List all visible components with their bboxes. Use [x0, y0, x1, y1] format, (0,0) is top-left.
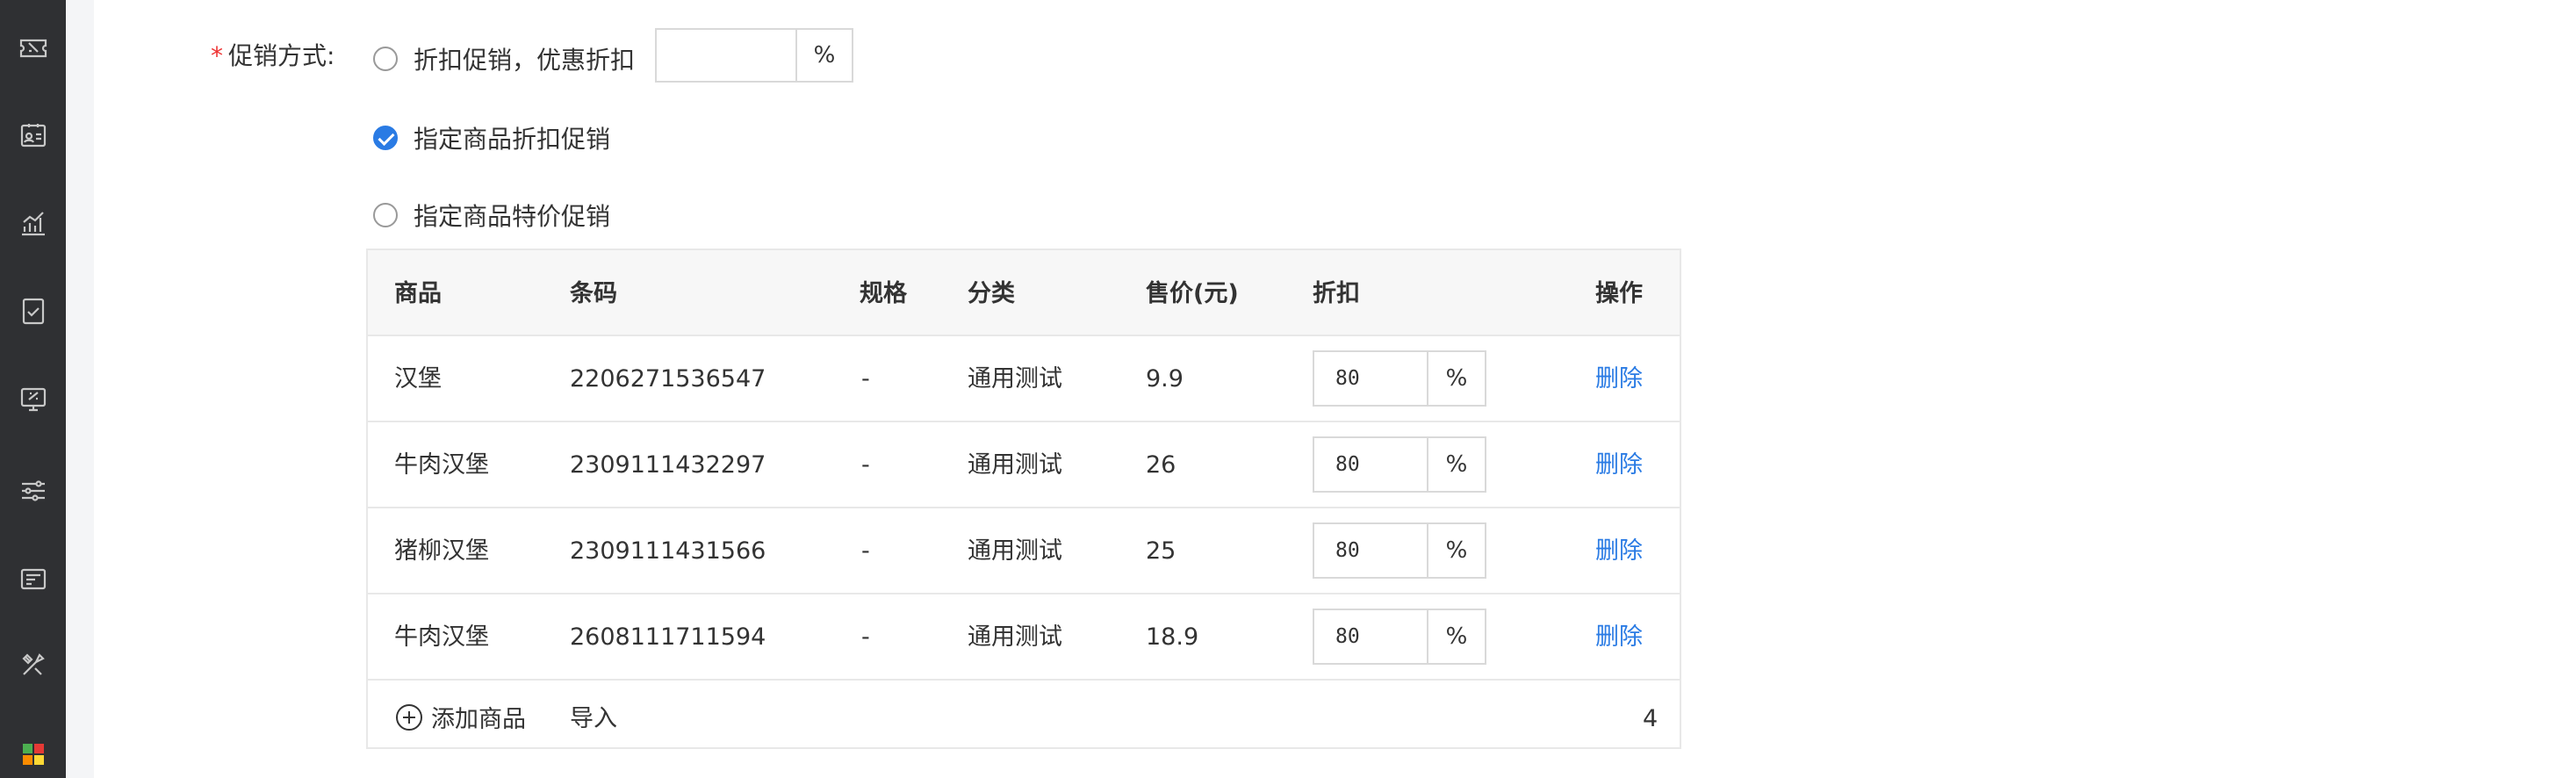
percent-suffix: %	[1427, 438, 1485, 491]
option-product-discount[interactable]: 指定商品折扣促销	[373, 120, 610, 155]
cell-price: 18.9	[1146, 623, 1199, 651]
option-discount[interactable]: 折扣促销，优惠折扣	[373, 41, 635, 76]
discount-input[interactable]: 80 %	[1313, 609, 1486, 665]
cell-product: 牛肉汉堡	[394, 451, 489, 479]
promotion-form: * 促销方式: 折扣促销，优惠折扣 % 指定商品折扣促销 指定商品特价促销 商品 …	[94, 0, 2576, 778]
add-product-button[interactable]: 添加商品	[394, 700, 526, 734]
sidebar	[0, 0, 66, 778]
cell-product: 猪柳汉堡	[394, 537, 489, 565]
delete-link[interactable]: 删除	[1595, 625, 1643, 649]
delete-link[interactable]: 删除	[1595, 539, 1643, 563]
header-barcode: 条码	[570, 280, 617, 307]
cell-spec: -	[861, 365, 870, 393]
cell-category: 通用测试	[968, 451, 1062, 479]
header-spec: 规格	[860, 280, 907, 307]
radio-special-price[interactable]	[373, 203, 398, 227]
percent-suffix: %	[1427, 352, 1485, 405]
cell-spec: -	[861, 451, 870, 479]
discount-input[interactable]: 80 %	[1313, 522, 1486, 579]
percent-suffix: %	[1427, 610, 1485, 663]
discount-value[interactable]: 80	[1314, 524, 1427, 577]
header-category: 分类	[968, 280, 1015, 307]
delete-link[interactable]: 删除	[1595, 367, 1643, 391]
cell-spec: -	[861, 537, 870, 565]
header-price: 售价(元)	[1146, 280, 1239, 307]
option-product-discount-label: 指定商品折扣促销	[414, 125, 611, 154]
cell-spec: -	[861, 623, 870, 651]
table-row: 牛肉汉堡 2309111432297 - 通用测试 26 80 % 删除	[368, 422, 1680, 508]
discount-percent-input[interactable]: %	[655, 28, 853, 83]
checklist-icon[interactable]	[12, 290, 54, 332]
option-special-price[interactable]: 指定商品特价促销	[373, 198, 610, 233]
percent-suffix: %	[795, 30, 852, 81]
product-table: 商品 条码 规格 分类 售价(元) 折扣 操作 汉堡 2206271536547…	[366, 249, 1681, 749]
table-footer: 添加商品 导入 4	[368, 681, 1680, 749]
percent-suffix: %	[1427, 524, 1485, 577]
discount-input[interactable]: 80 %	[1313, 436, 1486, 493]
option-discount-label: 折扣促销，优惠折扣	[414, 46, 636, 75]
radio-discount[interactable]	[373, 47, 398, 71]
tools-icon[interactable]	[12, 644, 54, 686]
cell-price: 25	[1146, 537, 1176, 565]
apps-icon[interactable]	[12, 733, 54, 775]
import-button[interactable]: 导入	[570, 707, 617, 731]
cell-category: 通用测试	[968, 365, 1062, 393]
cell-price: 9.9	[1146, 365, 1184, 393]
discount-value[interactable]: 80	[1314, 438, 1427, 491]
discount-percent-field[interactable]	[657, 30, 795, 81]
promo-method-label: * 促销方式:	[211, 37, 335, 72]
plus-circle-icon	[396, 703, 422, 731]
delete-link[interactable]: 删除	[1595, 453, 1643, 477]
table-row: 猪柳汉堡 2309111431566 - 通用测试 25 80 % 删除	[368, 508, 1680, 594]
header-discount: 折扣	[1313, 280, 1360, 307]
ticket-icon[interactable]	[12, 26, 54, 68]
cell-product: 牛肉汉堡	[394, 623, 489, 651]
card-icon[interactable]	[12, 558, 54, 600]
cell-category: 通用测试	[968, 623, 1062, 651]
option-special-price-label: 指定商品特价促销	[414, 202, 611, 231]
analytics-icon[interactable]	[12, 202, 54, 244]
discount-input[interactable]: 80 %	[1313, 350, 1486, 407]
table-header: 商品 条码 规格 分类 售价(元) 折扣 操作	[368, 250, 1680, 336]
add-product-label: 添加商品	[431, 706, 526, 733]
discount-value[interactable]: 80	[1314, 610, 1427, 663]
cell-price: 26	[1146, 451, 1176, 479]
cell-barcode: 2206271536547	[570, 365, 766, 393]
product-count: 4	[1643, 705, 1659, 732]
header-product: 商品	[394, 280, 442, 307]
sliders-icon[interactable]	[12, 470, 54, 512]
required-mark: *	[211, 41, 223, 70]
radio-product-discount-checked[interactable]	[373, 126, 398, 150]
cell-barcode: 2309111432297	[570, 451, 766, 479]
promo-method-label-text: 促销方式:	[228, 41, 335, 70]
table-row: 牛肉汉堡 2608111711594 - 通用测试 18.9 80 % 删除	[368, 594, 1680, 681]
monitor-icon[interactable]	[12, 378, 54, 420]
cell-barcode: 2608111711594	[570, 623, 766, 651]
header-action: 操作	[1595, 280, 1643, 307]
cell-product: 汉堡	[394, 365, 442, 393]
discount-value[interactable]: 80	[1314, 352, 1427, 405]
cell-barcode: 2309111431566	[570, 537, 766, 565]
table-row: 汉堡 2206271536547 - 通用测试 9.9 80 % 删除	[368, 336, 1680, 422]
id-card-icon[interactable]	[12, 114, 54, 156]
cell-category: 通用测试	[968, 537, 1062, 565]
